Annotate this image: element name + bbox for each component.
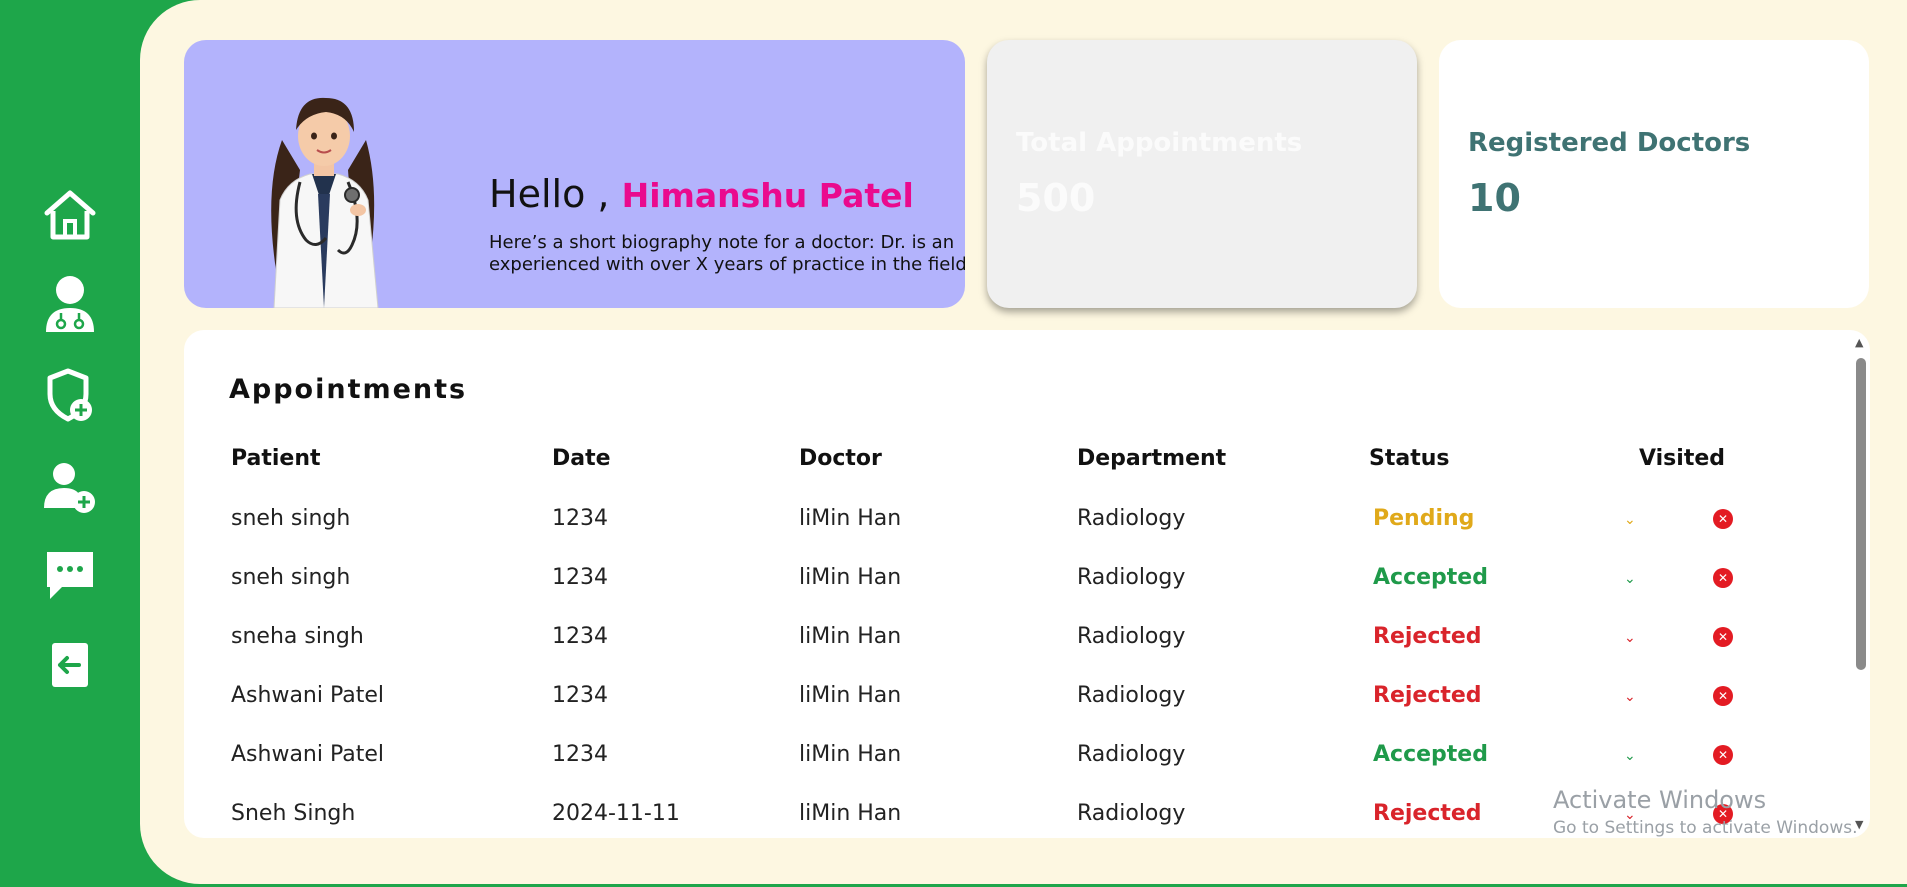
department-cell: Radiology <box>1077 624 1186 649</box>
close-icon[interactable]: ✕ <box>1713 627 1733 647</box>
add-user-icon[interactable] <box>40 458 100 518</box>
column-header-doctor: Doctor <box>799 446 882 471</box>
total-appointments-card: Total Appointments 500 <box>987 40 1417 308</box>
column-header-patient: Patient <box>231 446 321 471</box>
greeting-hello: Hello , <box>489 172 610 216</box>
watermark-title: Activate Windows <box>1553 786 1767 814</box>
watermark-subtitle: Go to Settings to activate Windows. <box>1553 818 1858 838</box>
status-badge: Rejected <box>1373 683 1482 708</box>
registered-doctors-value: 10 <box>1468 176 1521 220</box>
close-icon[interactable]: ✕ <box>1713 745 1733 765</box>
status-badge: Rejected <box>1373 801 1482 826</box>
greeting-card: Hello , Himanshu Patel Here’s a short bi… <box>184 40 965 308</box>
scrollbar-thumb[interactable] <box>1856 358 1866 670</box>
close-icon[interactable]: ✕ <box>1713 568 1733 588</box>
doctor-biography: Here’s a short biography note for a doct… <box>489 232 965 275</box>
date-cell: 1234 <box>552 624 608 649</box>
status-badge: Accepted <box>1373 742 1488 767</box>
table-row: sneh singh 1234 liMin Han Radiology Pend… <box>184 504 1844 563</box>
appointments-panel: Appointments Patient Date Doctor Departm… <box>184 330 1870 838</box>
doctor-cell: liMin Han <box>799 565 902 590</box>
chevron-down-icon[interactable]: ⌄ <box>1624 630 1636 646</box>
shield-plus-icon[interactable] <box>40 365 100 425</box>
logout-icon[interactable] <box>40 635 100 695</box>
doctor-cell: liMin Han <box>799 624 902 649</box>
table-row: sneh singh 1234 liMin Han Radiology Acce… <box>184 563 1844 622</box>
doctor-icon[interactable] <box>40 274 100 334</box>
total-appointments-label: Total Appointments <box>1016 128 1303 158</box>
windows-activation-watermark: Activate Windows Go to Settings to activ… <box>1553 786 1858 838</box>
patient-cell: Ashwani Patel <box>231 683 385 708</box>
chevron-down-icon[interactable]: ⌄ <box>1624 571 1636 587</box>
doctor-cell: liMin Han <box>799 683 902 708</box>
chevron-down-icon[interactable]: ⌄ <box>1624 748 1636 764</box>
greeting-title: Hello , Himanshu Patel <box>489 172 914 216</box>
table-row: sneha singh 1234 liMin Han Radiology Rej… <box>184 622 1844 681</box>
department-cell: Radiology <box>1077 742 1186 767</box>
column-header-visited: Visited <box>1639 446 1726 471</box>
column-header-date: Date <box>552 446 611 471</box>
doctor-cell: liMin Han <box>799 801 902 826</box>
appointments-title: Appointments <box>229 374 468 405</box>
home-icon[interactable] <box>40 185 100 245</box>
patient-cell: sneha singh <box>231 624 364 649</box>
message-icon[interactable] <box>40 545 100 605</box>
main-content: Hello , Himanshu Patel Here’s a short bi… <box>140 0 1907 884</box>
date-cell: 1234 <box>552 742 608 767</box>
close-icon[interactable]: ✕ <box>1713 686 1733 706</box>
user-name: Himanshu Patel <box>621 176 914 215</box>
chevron-down-icon[interactable]: ⌄ <box>1624 689 1636 705</box>
status-badge: Accepted <box>1373 565 1488 590</box>
patient-cell: Sneh Singh <box>231 801 356 826</box>
close-icon[interactable]: ✕ <box>1713 509 1733 529</box>
date-cell: 1234 <box>552 565 608 590</box>
table-scrollbar[interactable]: ▲ ▼ <box>1854 336 1868 834</box>
registered-doctors-card: Registered Doctors 10 <box>1439 40 1869 308</box>
doctor-cell: liMin Han <box>799 742 902 767</box>
column-header-status: Status <box>1369 446 1450 471</box>
patient-cell: sneh singh <box>231 506 351 531</box>
sidebar <box>0 0 140 887</box>
status-badge: Rejected <box>1373 624 1482 649</box>
department-cell: Radiology <box>1077 565 1186 590</box>
department-cell: Radiology <box>1077 506 1186 531</box>
chevron-down-icon[interactable]: ⌄ <box>1624 512 1636 528</box>
table-row: Ashwani Patel 1234 liMin Han Radiology R… <box>184 681 1844 740</box>
column-header-department: Department <box>1077 446 1227 471</box>
patient-cell: sneh singh <box>231 565 351 590</box>
date-cell: 2024-11-11 <box>552 801 680 826</box>
doctor-cell: liMin Han <box>799 506 902 531</box>
department-cell: Radiology <box>1077 801 1186 826</box>
total-appointments-value: 500 <box>1016 176 1096 220</box>
date-cell: 1234 <box>552 683 608 708</box>
registered-doctors-label: Registered Doctors <box>1468 128 1751 158</box>
status-badge: Pending <box>1373 506 1475 531</box>
date-cell: 1234 <box>552 506 608 531</box>
scroll-up-arrow-icon[interactable]: ▲ <box>1855 336 1863 349</box>
patient-cell: Ashwani Patel <box>231 742 385 767</box>
doctor-illustration <box>271 97 379 308</box>
department-cell: Radiology <box>1077 683 1186 708</box>
